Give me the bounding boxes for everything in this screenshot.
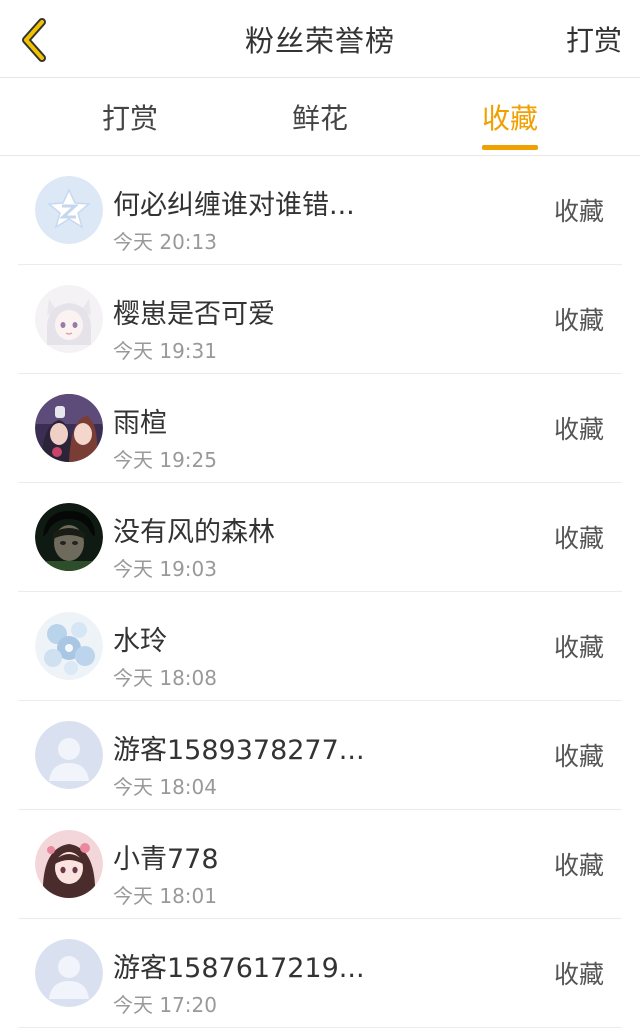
- fan-time: 今天 18:04: [113, 775, 217, 799]
- fan-name: 小青778: [113, 844, 219, 875]
- fan-name: 何必纠缠谁对谁错...: [113, 190, 355, 221]
- fan-action-label: 收藏: [553, 415, 604, 444]
- fan-name: 樱崽是否可爱: [113, 299, 275, 330]
- reward-link[interactable]: 打赏: [566, 0, 622, 77]
- list-item[interactable]: 没有风的森林 今天 19:03 收藏: [18, 483, 622, 592]
- fan-list: 何必纠缠谁对谁错... 今天 20:13 收藏 樱崽是否可爱 今天 19:31 …: [0, 156, 640, 1028]
- fan-time: 今天 20:13: [113, 230, 217, 254]
- fan-action-label: 收藏: [553, 197, 604, 226]
- tab-bar: 打赏 鲜花 收藏: [0, 78, 640, 156]
- fan-name: 水玲: [113, 626, 167, 657]
- list-item[interactable]: 何必纠缠谁对谁错... 今天 20:13 收藏: [18, 156, 622, 265]
- fan-time: 今天 17:20: [113, 993, 217, 1017]
- fan-action-label: 收藏: [553, 742, 604, 771]
- fan-time: 今天 19:25: [113, 448, 217, 472]
- active-tab-indicator: [482, 145, 538, 150]
- tab-reward[interactable]: 打赏: [35, 78, 225, 155]
- list-item[interactable]: 游客1589378277... 今天 18:04 收藏: [18, 701, 622, 810]
- fan-name: 没有风的森林: [113, 517, 275, 548]
- list-item[interactable]: 水玲 今天 18:08 收藏: [18, 592, 622, 701]
- fan-name: 雨楦: [113, 408, 167, 439]
- fan-time: 今天 18:08: [113, 666, 217, 690]
- fan-action-label: 收藏: [553, 851, 604, 880]
- anime-fox-girl-avatar: [35, 285, 103, 353]
- fan-time: 今天 18:01: [113, 884, 217, 908]
- fan-action-label: 收藏: [553, 524, 604, 553]
- fan-name: 游客1587617219...: [113, 953, 365, 984]
- anime-couple-avatar: [35, 394, 103, 462]
- fan-action-label: 收藏: [553, 306, 604, 335]
- top-bar: 粉丝荣誉榜 打赏: [0, 0, 640, 78]
- fan-time: 今天 19:03: [113, 557, 217, 581]
- list-item[interactable]: 游客1587617219... 今天 17:20 收藏: [18, 919, 622, 1028]
- tab-favorites[interactable]: 收藏: [415, 78, 605, 155]
- tab-label: 鲜花: [291, 101, 348, 135]
- tab-label: 收藏: [481, 101, 538, 135]
- qq-logo-avatar: [35, 176, 103, 244]
- fan-time: 今天 19:31: [113, 339, 217, 363]
- portrait-boy-avatar: [35, 503, 103, 571]
- page-title: 粉丝荣誉榜: [244, 23, 395, 58]
- fan-name: 游客1589378277...: [113, 735, 365, 766]
- default-user-avatar: [35, 721, 103, 789]
- fan-action-label: 收藏: [553, 960, 604, 989]
- tab-flowers[interactable]: 鲜花: [225, 78, 415, 155]
- anime-girl-pink-avatar: [35, 830, 103, 898]
- list-item[interactable]: 小青778 今天 18:01 收藏: [18, 810, 622, 919]
- blue-flowers-avatar: [35, 612, 103, 680]
- default-user-avatar: [35, 939, 103, 1007]
- fan-action-label: 收藏: [553, 633, 604, 662]
- list-item[interactable]: 雨楦 今天 19:25 收藏: [18, 374, 622, 483]
- tab-label: 打赏: [101, 101, 158, 135]
- list-item[interactable]: 樱崽是否可爱 今天 19:31 收藏: [18, 265, 622, 374]
